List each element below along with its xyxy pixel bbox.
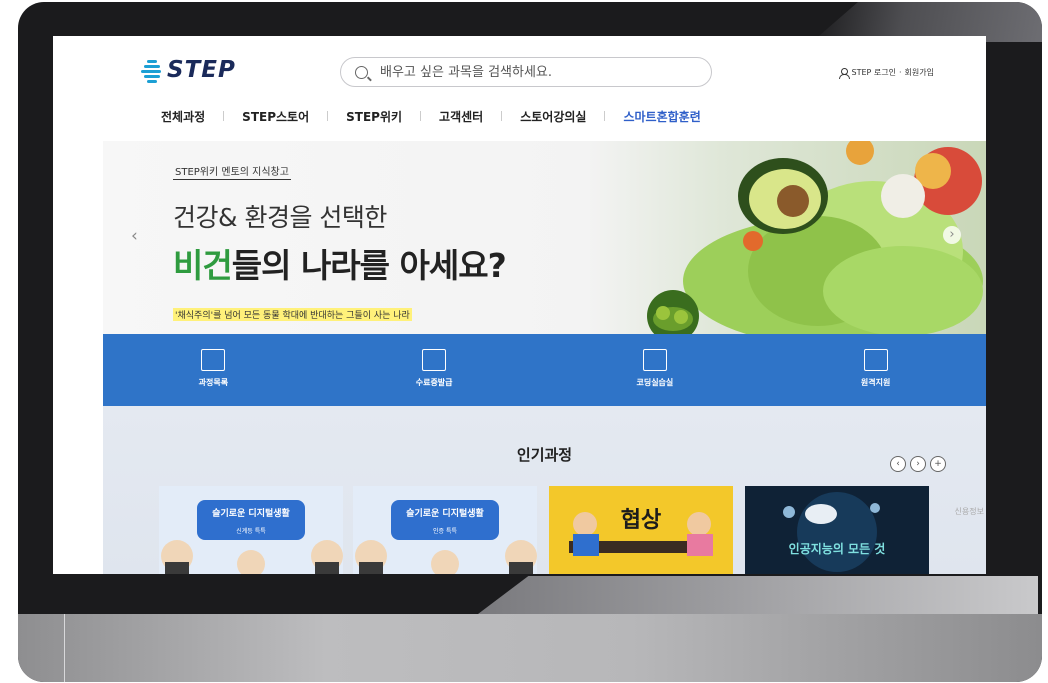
screen: STEP STEP 로그인 · 회원가입 전체과정 STEP스토어 STEP위키… bbox=[53, 36, 986, 574]
chin-divider bbox=[64, 614, 65, 682]
logo-text: STEP bbox=[167, 57, 236, 83]
popular-controls: ‹ › + bbox=[890, 456, 946, 472]
book-icon bbox=[201, 349, 226, 371]
hero-subtitle: 건강& 환경을 선택한 bbox=[173, 203, 387, 232]
vegetables-image bbox=[647, 141, 983, 334]
quick-menu: 과정목록 수료증발급 코딩실습실 원격지원 bbox=[103, 334, 986, 406]
quick-item-course-list[interactable]: 과정목록 bbox=[103, 334, 324, 406]
popular-add-button[interactable]: + bbox=[930, 456, 946, 472]
nav-item-customer-center[interactable]: 고객센터 bbox=[421, 108, 501, 125]
popular-title: 인기과정 bbox=[516, 446, 573, 464]
popular-next-button[interactable]: › bbox=[910, 456, 926, 472]
popular-courses: 인기과정 ‹ › + 슬기로운 디지털생활 신계등 특특 슬기로운 디지털생활 … bbox=[103, 406, 986, 574]
monitor-chin bbox=[18, 614, 1042, 682]
nav-item-wiki[interactable]: STEP위키 bbox=[328, 108, 420, 125]
bezel-shine bbox=[478, 576, 1038, 614]
course-title: 슬기로운 디지털생활 bbox=[212, 509, 290, 519]
hero-title: 비건들의 나라를 아세요? bbox=[173, 239, 507, 287]
course-card[interactable]: 인공지능의 모든 것 bbox=[745, 486, 929, 574]
course-title: 슬기로운 디지털생활 bbox=[406, 509, 484, 519]
course-subtitle: 인증 특특 bbox=[433, 528, 457, 535]
monitor-frame: STEP STEP 로그인 · 회원가입 전체과정 STEP스토어 STEP위키… bbox=[18, 2, 1042, 682]
quick-item-coding-lab[interactable]: 코딩실습실 bbox=[545, 334, 766, 406]
hero-title-rest: 들의 나라를 아세요? bbox=[231, 246, 507, 285]
nav-item-smart-training[interactable]: 스마트혼합훈련 bbox=[605, 108, 718, 125]
search-icon[interactable] bbox=[355, 65, 368, 79]
certificate-icon bbox=[422, 349, 447, 371]
quick-item-label: 수료증발급 bbox=[415, 378, 453, 387]
popular-prev-button[interactable]: ‹ bbox=[890, 456, 906, 472]
login-link[interactable]: STEP 로그인 bbox=[852, 67, 896, 78]
course-title: 협상 bbox=[620, 508, 662, 533]
side-course-label: 신용정보 bbox=[954, 507, 984, 516]
course-title: 인공지능의 모든 것 bbox=[788, 542, 886, 556]
site-logo[interactable]: STEP bbox=[141, 56, 236, 84]
main-nav: 전체과정 STEP스토어 STEP위키 고객센터 스토어강의실 스마트혼합훈련 bbox=[143, 106, 903, 126]
quick-item-label: 과정목록 bbox=[198, 378, 229, 387]
hero-banner[interactable]: STEP위키 멘토의 지식창고 건강& 환경을 선택한 비건들의 나라를 아세요… bbox=[103, 141, 986, 334]
hero-next-arrow[interactable]: › bbox=[943, 226, 961, 244]
hero-tag: STEP위키 멘토의 지식창고 bbox=[173, 163, 291, 180]
nav-item-store[interactable]: STEP스토어 bbox=[224, 108, 327, 125]
quick-item-label: 코딩실습실 bbox=[636, 378, 674, 387]
hero-description: '채식주의'를 넘어 모든 동물 학대에 반대하는 그들이 사는 나라 bbox=[173, 308, 412, 321]
remote-support-icon bbox=[863, 349, 888, 371]
course-card[interactable]: 협상 bbox=[549, 486, 733, 574]
signup-link[interactable]: 회원가입 bbox=[905, 67, 934, 78]
search-box[interactable] bbox=[340, 57, 712, 87]
link-divider: · bbox=[899, 68, 902, 77]
course-subtitle: 신계등 특특 bbox=[236, 528, 266, 535]
quick-item-certificate[interactable]: 수료증발급 bbox=[324, 334, 545, 406]
nav-item-all-courses[interactable]: 전체과정 bbox=[143, 108, 223, 125]
search-input[interactable] bbox=[378, 63, 682, 81]
keyboard-icon bbox=[642, 349, 667, 371]
course-card[interactable]: 슬기로운 디지털생활 인증 특특 bbox=[353, 486, 537, 574]
nav-item-store-classroom[interactable]: 스토어강의실 bbox=[502, 108, 604, 125]
course-thumbnail bbox=[745, 486, 929, 574]
quick-item-remote-support[interactable]: 원격지원 bbox=[765, 334, 986, 406]
logo-icon bbox=[141, 57, 163, 83]
hero-title-accent: 비건 bbox=[173, 246, 233, 285]
quick-item-label: 원격지원 bbox=[860, 378, 891, 387]
hero-prev-arrow[interactable]: ‹ bbox=[131, 226, 138, 246]
user-icon bbox=[838, 67, 850, 79]
course-card[interactable]: 슬기로운 디지털생활 신계등 특특 bbox=[159, 486, 343, 574]
user-links: STEP 로그인 · 회원가입 bbox=[838, 67, 934, 79]
